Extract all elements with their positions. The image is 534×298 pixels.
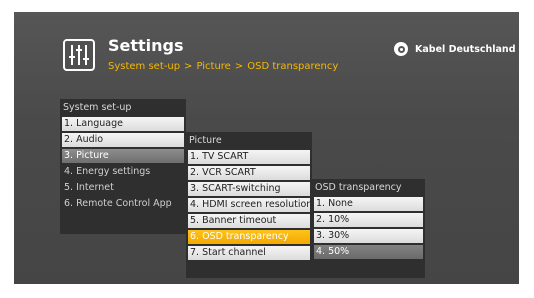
option-50-percent[interactable]: 4. 50% [314, 245, 423, 259]
menu-item-language[interactable]: 1. Language [62, 117, 184, 131]
menu-item-energy-settings[interactable]: 4. Energy settings [62, 165, 184, 179]
brand: Kabel Deutschland [394, 41, 516, 57]
menu-item-scart-switching[interactable]: 3. SCART-switching [188, 182, 310, 196]
menu-item-picture[interactable]: 3. Picture [62, 149, 184, 163]
menu-item-hdmi-screen-resolution[interactable]: 4. HDMI screen resolution [188, 198, 310, 212]
system-setup-menu: System set-up 1. Language 2. Audio 3. Pi… [60, 99, 186, 234]
picture-menu: Picture 1. TV SCART 2. VCR SCART 3. SCAR… [186, 132, 312, 278]
menu-title: System set-up [63, 102, 132, 113]
menu-item-banner-timeout[interactable]: 5. Banner timeout [188, 214, 310, 228]
option-none[interactable]: 1. None [314, 197, 423, 211]
settings-sliders-icon [63, 39, 95, 71]
tv-screen: Settings System set-up > Picture > OSD trans… [14, 12, 519, 284]
brand-name: Kabel Deutschland [415, 43, 516, 55]
breadcrumb: System set-up > Picture > OSD transparency [108, 61, 338, 72]
menu-item-tv-scart[interactable]: 1. TV SCART [188, 150, 310, 164]
option-10-percent[interactable]: 2. 10% [314, 213, 423, 227]
page-title: Settings [108, 36, 184, 55]
menu-title: Picture [189, 135, 222, 146]
breadcrumb-item: System set-up [108, 61, 181, 72]
menu-item-audio[interactable]: 2. Audio [62, 133, 184, 147]
menu-item-internet[interactable]: 5. Internet [62, 181, 184, 195]
option-30-percent[interactable]: 3. 30% [314, 229, 423, 243]
brand-logo-icon [394, 42, 408, 56]
breadcrumb-item: Picture [196, 61, 231, 72]
header: Settings System set-up > Picture > OSD trans… [14, 12, 519, 84]
menu-item-vcr-scart[interactable]: 2. VCR SCART [188, 166, 310, 180]
menu-title: OSD transparency [315, 182, 402, 193]
menu-item-remote-control-app[interactable]: 6. Remote Control App [62, 197, 184, 211]
breadcrumb-item: OSD transparency [247, 61, 339, 72]
menu-item-start-channel[interactable]: 7. Start channel [188, 246, 310, 260]
breadcrumb-separator: > [234, 61, 244, 72]
menu-item-osd-transparency[interactable]: 6. OSD transparency [188, 230, 310, 244]
osd-transparency-menu: OSD transparency 1. None 2. 10% 3. 30% 4… [312, 179, 425, 278]
breadcrumb-separator: > [184, 61, 193, 72]
